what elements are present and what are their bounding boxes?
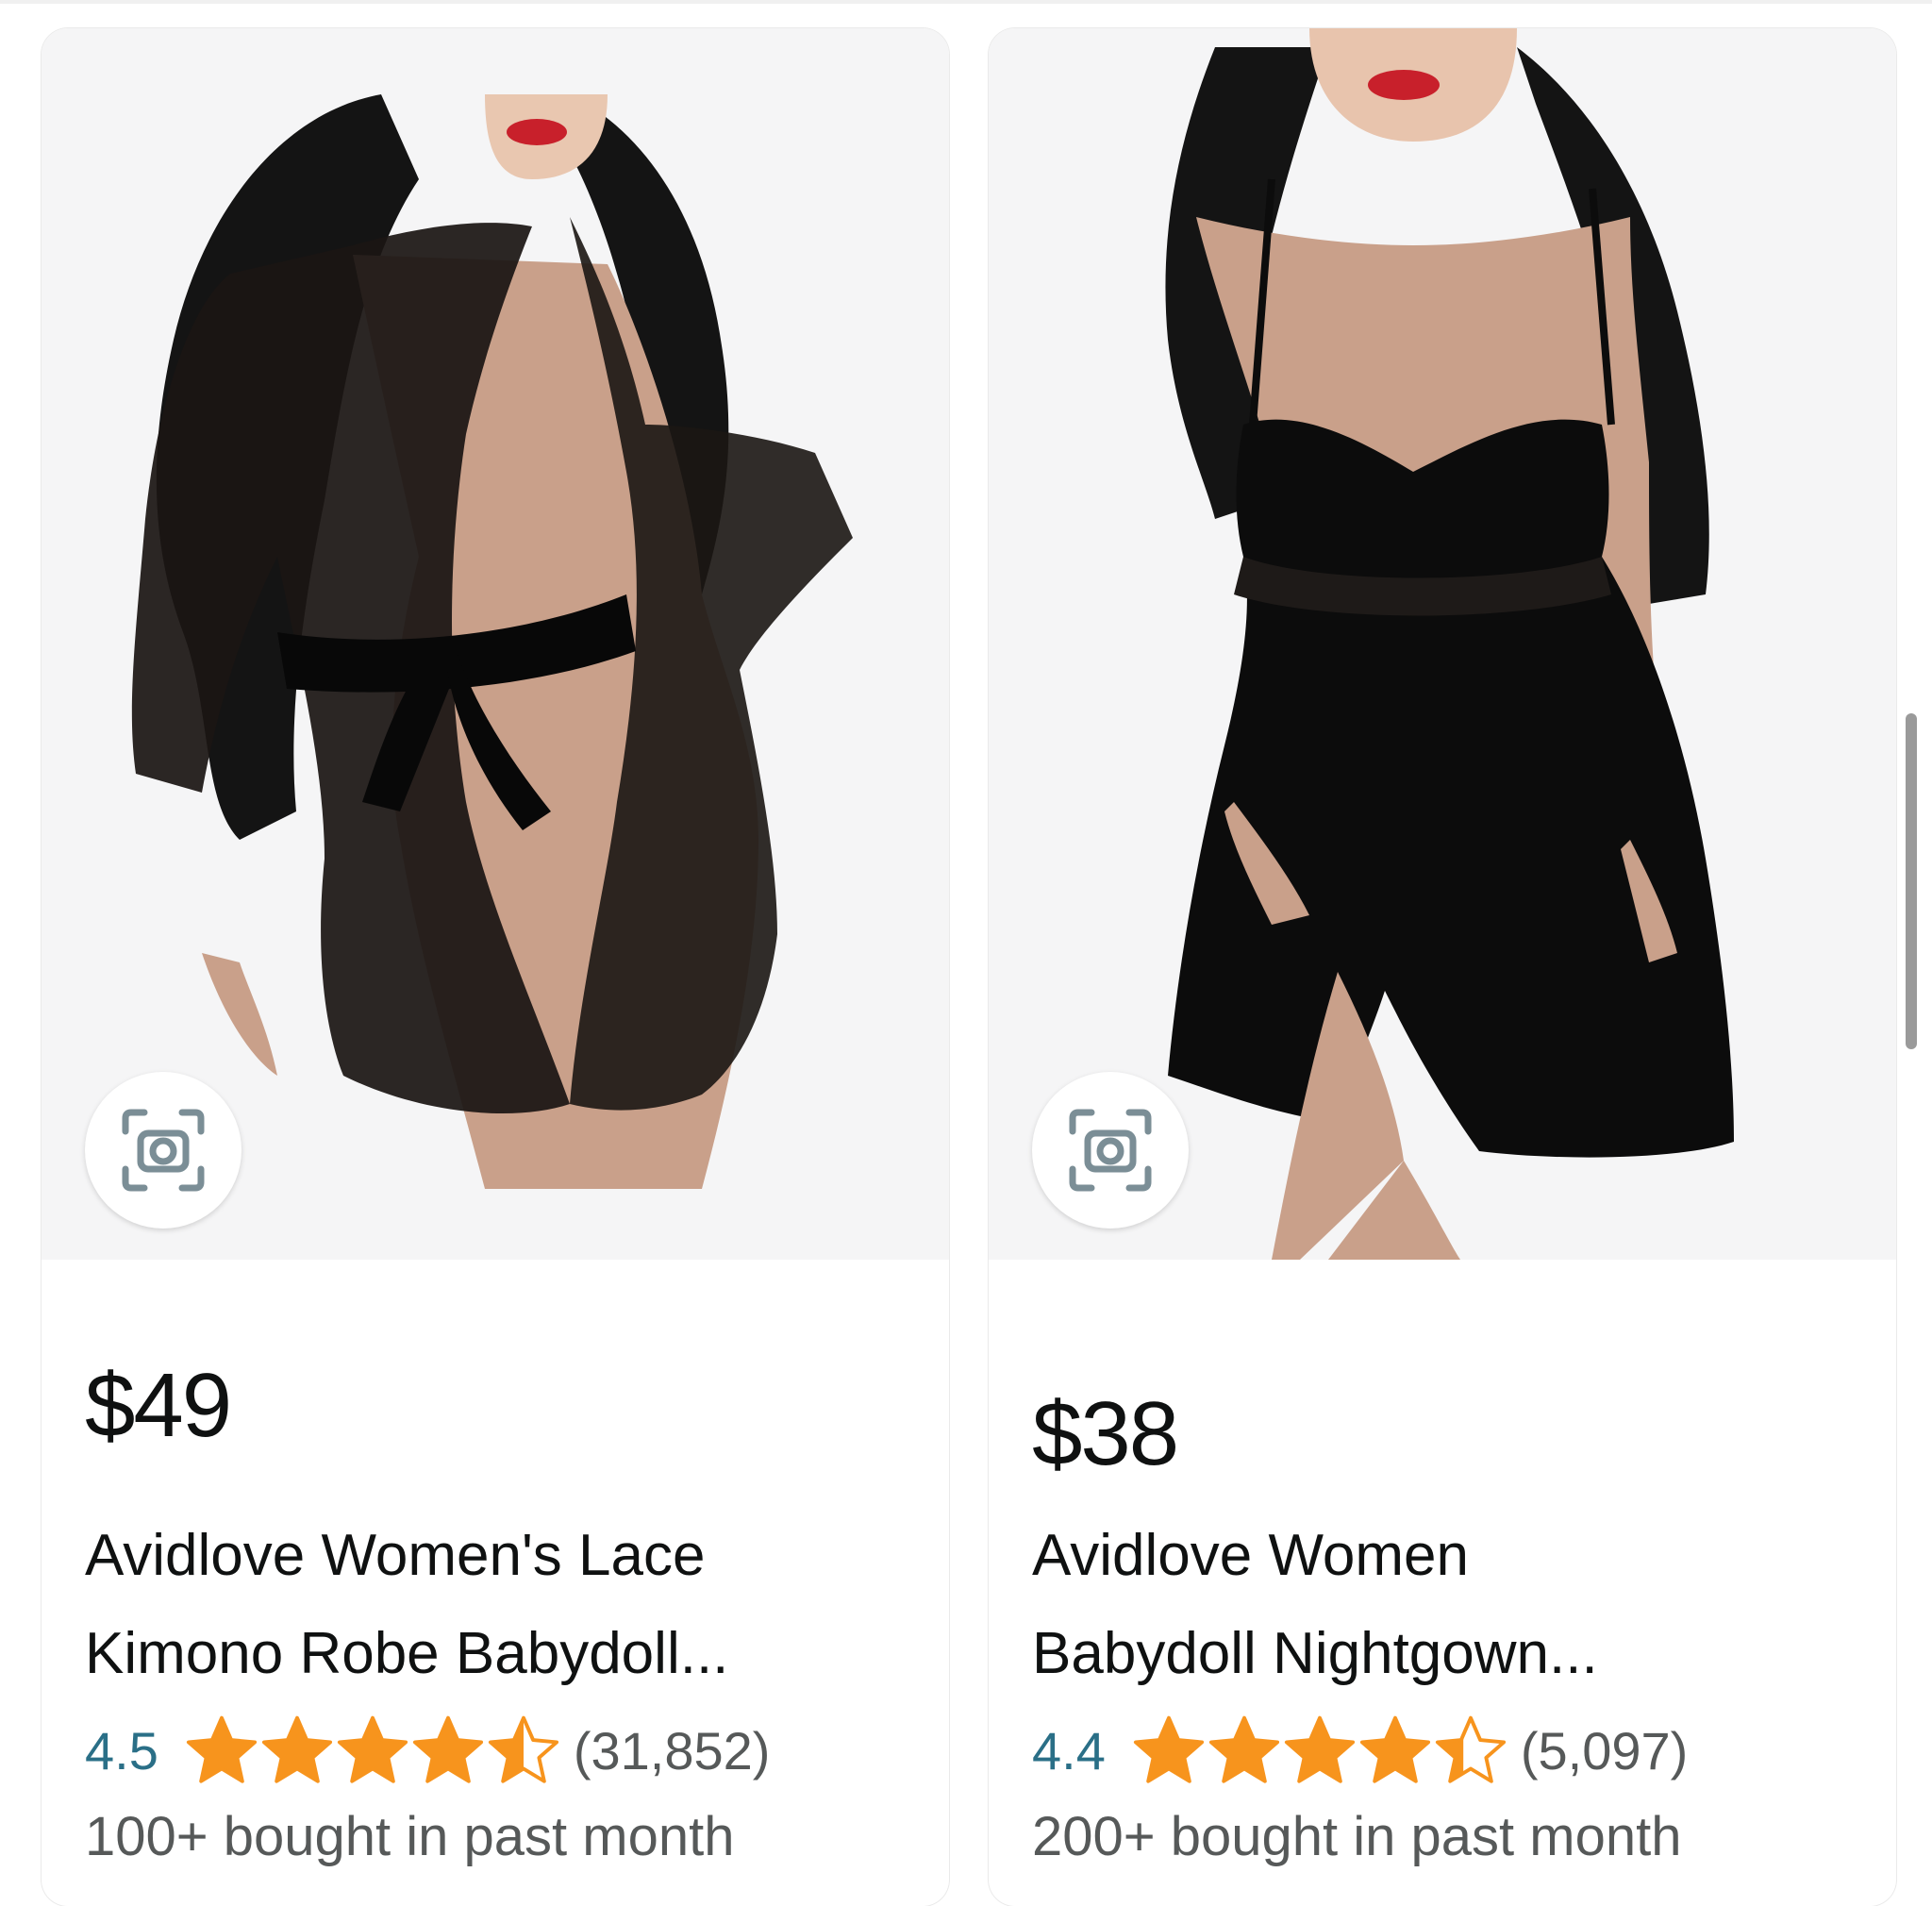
- star-icon: [1284, 1715, 1355, 1783]
- rating-value: 4.5: [85, 1720, 158, 1781]
- rating-row[interactable]: 4.5 (31,852): [85, 1713, 770, 1788]
- star-icon: [1359, 1715, 1430, 1783]
- star-icon: [1133, 1715, 1204, 1783]
- star-rating: [1132, 1714, 1509, 1787]
- star-icon: [1208, 1715, 1279, 1783]
- rating-value: 4.4: [1032, 1720, 1106, 1781]
- star-icon: [186, 1715, 257, 1783]
- star-icon: [1435, 1715, 1506, 1783]
- review-count[interactable]: (31,852): [574, 1720, 771, 1781]
- product-title-line-1[interactable]: Avidlove Women: [1032, 1507, 1862, 1605]
- product-title-line-1[interactable]: Avidlove Women's Lace: [85, 1507, 915, 1605]
- star-rating: [185, 1714, 562, 1787]
- visual-search-button[interactable]: [1032, 1072, 1189, 1229]
- page-top-edge: [0, 0, 1932, 4]
- camera-lens-icon: [1069, 1109, 1152, 1192]
- product-image-area[interactable]: [42, 28, 949, 1260]
- product-title-line-2[interactable]: Kimono Robe Babydoll...: [85, 1605, 915, 1703]
- star-icon: [412, 1715, 483, 1783]
- review-count[interactable]: (5,097): [1521, 1720, 1688, 1781]
- product-title-line-2[interactable]: Babydoll Nightgown...: [1032, 1605, 1862, 1703]
- star-icon: [488, 1715, 558, 1783]
- product-price: $49: [85, 1355, 232, 1456]
- scrollbar[interactable]: [1906, 713, 1917, 1049]
- product-price: $38: [1032, 1383, 1179, 1484]
- product-image-area[interactable]: [989, 28, 1896, 1260]
- star-icon: [337, 1715, 408, 1783]
- rating-row[interactable]: 4.4 (5,097): [1032, 1713, 1688, 1788]
- visual-search-button[interactable]: [85, 1072, 242, 1229]
- bought-in-past-month: 200+ bought in past month: [1032, 1806, 1682, 1867]
- product-card-1[interactable]: $49 Avidlove Women's Lace Kimono Robe Ba…: [42, 28, 949, 1906]
- camera-lens-icon: [122, 1109, 205, 1192]
- product-card-2[interactable]: $38 Avidlove Women Babydoll Nightgown...…: [989, 28, 1896, 1906]
- star-icon: [261, 1715, 332, 1783]
- bought-in-past-month: 100+ bought in past month: [85, 1806, 735, 1867]
